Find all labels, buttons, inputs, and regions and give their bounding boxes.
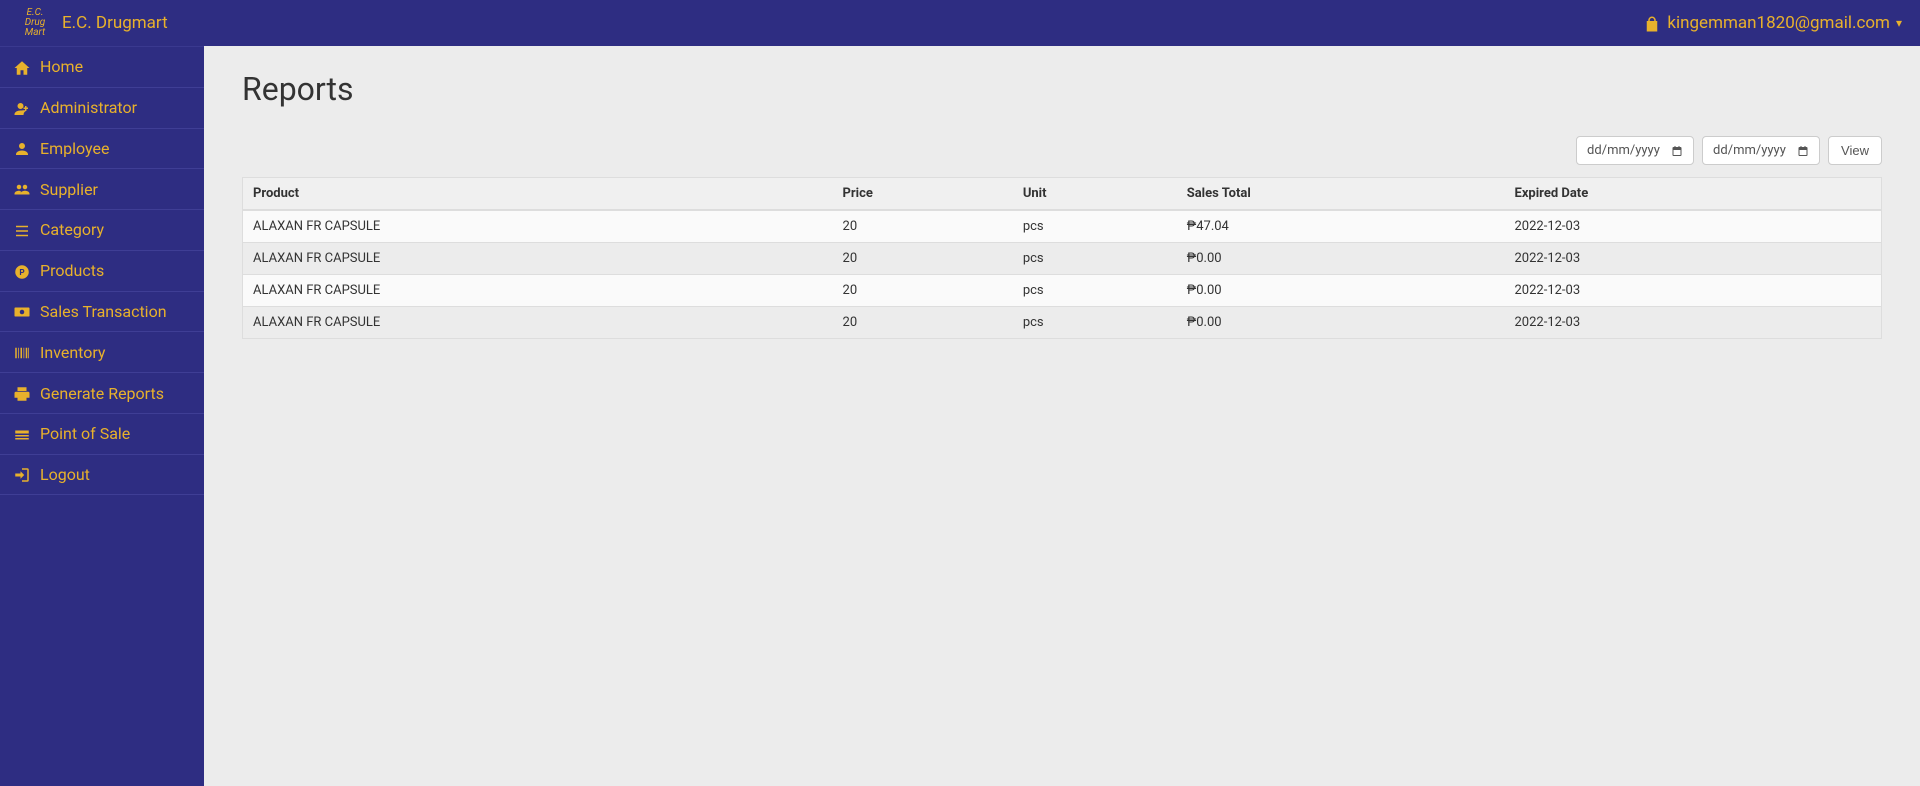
sidebar-item-label: Category [40,220,104,239]
sidebar-item-logout[interactable]: Logout [0,455,204,496]
pos-icon [12,424,32,444]
user-plus-icon [12,98,32,118]
user-icon [12,139,32,159]
sidebar-item-label: Logout [40,465,90,484]
view-button[interactable]: View [1828,136,1882,165]
sidebar-item-label: Employee [40,139,109,158]
cell-product: ALAXAN FR CAPSULE [243,275,833,307]
filter-row: dd/mm/yyyy dd/mm/yyyy View [242,136,1882,165]
sidebar: Home Administrator Employee Supplier Cat [0,46,204,786]
cell-price: 20 [833,275,1013,307]
logout-icon [12,465,32,485]
cell-expired-date: 2022-12-03 [1505,275,1882,307]
sidebar-item-label: Inventory [40,343,106,362]
layout: Home Administrator Employee Supplier Cat [0,46,1920,786]
th-product: Product [243,178,833,211]
cell-price: 20 [833,243,1013,275]
users-icon [12,179,32,199]
brand-logo: E.C. Drug Mart [18,9,52,37]
sidebar-item-products[interactable]: P Products [0,251,204,292]
table-row: ALAXAN FR CAPSULE 20 pcs ₱0.00 2022-12-0… [243,307,1882,339]
sidebar-item-supplier[interactable]: Supplier [0,169,204,210]
cell-unit: pcs [1013,275,1177,307]
navbar-left: E.C. Drug Mart E.C. Drugmart [18,9,168,37]
cell-unit: pcs [1013,307,1177,339]
sidebar-item-label: Generate Reports [40,384,164,403]
cell-expired-date: 2022-12-03 [1505,210,1882,243]
date-to-input[interactable]: dd/mm/yyyy [1702,136,1820,165]
sidebar-item-label: Home [40,57,83,76]
sidebar-item-label: Point of Sale [40,424,130,443]
money-icon [12,302,32,322]
brand-logo-text: E.C. Drug Mart [18,8,52,38]
sidebar-item-label: Sales Transaction [40,302,167,321]
cell-sales-total: ₱47.04 [1177,210,1505,243]
page-title: Reports [242,70,1882,108]
sidebar-item-label: Products [40,261,104,280]
th-sales-total: Sales Total [1177,178,1505,211]
date-from-placeholder: dd/mm/yyyy [1587,143,1660,158]
svg-text:P: P [19,268,24,278]
sidebar-item-category[interactable]: Category [0,210,204,251]
sidebar-item-generate-reports[interactable]: Generate Reports [0,373,204,414]
cell-sales-total: ₱0.00 [1177,243,1505,275]
cell-product: ALAXAN FR CAPSULE [243,243,833,275]
calendar-icon [1671,144,1683,158]
user-email: kingemman1820@gmail.com [1667,13,1890,33]
th-price: Price [833,178,1013,211]
th-unit: Unit [1013,178,1177,211]
cell-sales-total: ₱0.00 [1177,275,1505,307]
date-to-placeholder: dd/mm/yyyy [1713,143,1786,158]
cell-product: ALAXAN FR CAPSULE [243,210,833,243]
main-content: Reports dd/mm/yyyy dd/mm/yyyy View Produ… [204,46,1920,786]
table-row: ALAXAN FR CAPSULE 20 pcs ₱0.00 2022-12-0… [243,275,1882,307]
table-row: ALAXAN FR CAPSULE 20 pcs ₱47.04 2022-12-… [243,210,1882,243]
sidebar-item-point-of-sale[interactable]: Point of Sale [0,414,204,455]
user-menu[interactable]: kingemman1820@gmail.com ▾ [1643,13,1902,33]
sidebar-item-label: Administrator [40,98,137,117]
date-from-input[interactable]: dd/mm/yyyy [1576,136,1694,165]
cell-product: ALAXAN FR CAPSULE [243,307,833,339]
th-expired-date: Expired Date [1505,178,1882,211]
barcode-icon [12,342,32,362]
top-navbar: E.C. Drug Mart E.C. Drugmart kingemman18… [0,0,1920,46]
cell-price: 20 [833,307,1013,339]
lock-icon [1643,13,1661,33]
calendar-icon [1797,144,1809,158]
print-icon [12,383,32,403]
sidebar-item-label: Supplier [40,180,98,199]
brand-title[interactable]: E.C. Drugmart [62,13,168,33]
table-row: ALAXAN FR CAPSULE 20 pcs ₱0.00 2022-12-0… [243,243,1882,275]
caret-down-icon: ▾ [1896,16,1902,30]
cell-unit: pcs [1013,243,1177,275]
cell-sales-total: ₱0.00 [1177,307,1505,339]
cell-expired-date: 2022-12-03 [1505,243,1882,275]
sidebar-item-sales-transaction[interactable]: Sales Transaction [0,292,204,333]
product-icon: P [12,261,32,281]
sidebar-item-administrator[interactable]: Administrator [0,88,204,129]
cell-unit: pcs [1013,210,1177,243]
cell-expired-date: 2022-12-03 [1505,307,1882,339]
list-icon [12,220,32,240]
cell-price: 20 [833,210,1013,243]
reports-table: Product Price Unit Sales Total Expired D… [242,177,1882,339]
sidebar-item-employee[interactable]: Employee [0,129,204,170]
table-header-row: Product Price Unit Sales Total Expired D… [243,178,1882,211]
sidebar-item-home[interactable]: Home [0,47,204,88]
home-icon [12,57,32,77]
sidebar-item-inventory[interactable]: Inventory [0,332,204,373]
